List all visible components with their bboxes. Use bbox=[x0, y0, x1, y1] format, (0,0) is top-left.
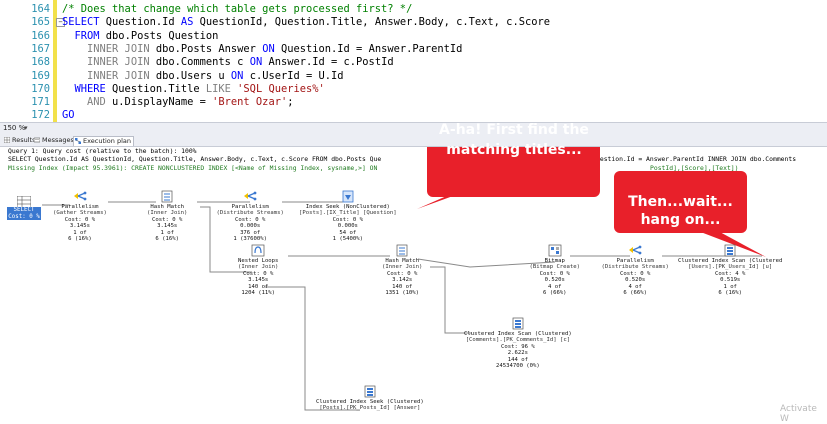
code-token: SELECT bbox=[62, 16, 106, 29]
select-node[interactable]: SELECT Cost: 0 % bbox=[7, 207, 41, 220]
plan-node-clustered-scan-users[interactable]: Clustered Index Scan (Clustered [Users].[… bbox=[678, 244, 782, 296]
code-token: INNER JOIN bbox=[62, 42, 156, 55]
callout-first: A-ha! First find the matching titles... bbox=[436, 120, 592, 160]
node-estimate: 6 (16%) bbox=[68, 236, 92, 243]
code-token: dbo.Posts Answer bbox=[155, 42, 263, 55]
zoom-bar: 150 % ▾ bbox=[0, 122, 827, 135]
grid-icon bbox=[4, 137, 10, 143]
callout-first-line2: matching titles... bbox=[446, 142, 582, 158]
node-estimate: 6 (16%) bbox=[155, 236, 179, 243]
results-tabs: Results Messages Execution plan bbox=[0, 135, 827, 147]
callout-first-line1: A-ha! First find the bbox=[439, 122, 589, 138]
node-subtitle: (Gather Streams) bbox=[53, 210, 107, 217]
code-token: 'Brent Ozar' bbox=[212, 96, 288, 109]
node-subtitle: [Posts].[PK_Posts_Id] [Answer] bbox=[319, 405, 421, 412]
plan-node-nested-loops[interactable]: Nested Loops (Inner Join) Cost: 0 % 3.145s 1… bbox=[238, 244, 278, 296]
code-token: 'SQL Queries%' bbox=[237, 82, 325, 95]
node-subtitle: [Comments].[PK_Comments_Id] [c] bbox=[465, 337, 571, 344]
nested-loops-icon bbox=[251, 244, 265, 257]
node-estimate: 6 (66%) bbox=[623, 290, 647, 297]
node-estimate: 6 (66%) bbox=[542, 290, 567, 297]
plan-node-parallelism-distribute-2[interactable]: Parallelism (Distribute Streams) Cost: 0 %… bbox=[602, 244, 669, 296]
tab-label: Results bbox=[12, 136, 36, 144]
node-subtitle: [Users].[PK_Users_Id] [u] bbox=[688, 264, 773, 271]
index-seek-icon bbox=[342, 190, 354, 203]
callout-second: Then...wait... hang on... bbox=[618, 193, 743, 229]
sql-editor[interactable]: 164/* Does that change which table gets … bbox=[0, 0, 827, 122]
node-estimate: 1 (5400%) bbox=[332, 236, 363, 243]
code-token: ON bbox=[249, 56, 269, 69]
node-estimate: 1351 (10%) bbox=[385, 290, 420, 297]
parallelism-icon bbox=[73, 191, 87, 201]
code-token: Question.Id = Answer.ParentId bbox=[280, 42, 463, 55]
callout-second-line2: hang on... bbox=[640, 212, 721, 228]
hash-match-icon bbox=[396, 244, 408, 257]
tab-messages[interactable]: Messages bbox=[33, 136, 76, 145]
node-subtitle: (Inner Join) bbox=[147, 210, 188, 217]
node-subtitle: (Inner Join) bbox=[238, 264, 279, 271]
code-token: dbo.Comments c bbox=[155, 56, 250, 69]
code-token: QuestionId, Question.Title, Answer.Body,… bbox=[199, 16, 550, 29]
code-token: GO bbox=[62, 109, 75, 122]
node-subtitle: (Distribute Streams) bbox=[601, 264, 669, 271]
code-token: /* Does that change which table gets pro… bbox=[62, 3, 413, 15]
zoom-level[interactable]: 150 % bbox=[3, 124, 25, 132]
parallelism-icon bbox=[244, 191, 257, 201]
code-token: u.DisplayName = bbox=[112, 96, 213, 109]
plan-node-parallelism-gather[interactable]: Parallelism (Gather Streams) Cost: 0 % 3.14… bbox=[53, 190, 107, 242]
code-token: dbo.Users u bbox=[155, 69, 231, 82]
node-estimate: 1 (37600%) bbox=[233, 236, 268, 243]
message-icon bbox=[34, 137, 40, 143]
code-token: AS bbox=[180, 16, 200, 29]
node-subtitle: (Distribute Streams) bbox=[216, 210, 284, 217]
code-token: LIKE bbox=[205, 82, 238, 95]
code-token: ON bbox=[230, 69, 250, 82]
code-token: FROM bbox=[62, 29, 106, 42]
node-subtitle: (Inner Join) bbox=[382, 264, 423, 271]
plan-node-clustered-seek-posts[interactable]: Clustered Index Seek (Clustered) [Posts].… bbox=[316, 385, 424, 412]
code-token: INNER JOIN bbox=[62, 56, 156, 69]
node-estimate: 24534700 (0%) bbox=[496, 363, 540, 370]
code-token: Question.Title bbox=[112, 82, 206, 95]
activate-windows-watermark: Activate W bbox=[780, 404, 817, 424]
plan-node-hash-match-1[interactable]: Hash Match (Inner Join) Cost: 0 % 3.145s 1 o… bbox=[147, 190, 187, 242]
code-token: c.UserId = U.Id bbox=[249, 69, 344, 82]
clustered-index-icon bbox=[724, 244, 736, 257]
code-token: AND bbox=[62, 96, 113, 109]
node-subtitle: [Posts].[IX_Title] [Question] bbox=[299, 210, 397, 217]
code-token: WHERE bbox=[62, 82, 113, 95]
plan-node-index-seek-title[interactable]: Index Seek (NonClustered) [Posts].[IX_Tit… bbox=[299, 190, 397, 242]
code-token: INNER JOIN bbox=[62, 69, 156, 82]
code-token: Question.Id bbox=[105, 16, 181, 29]
code-token: ON bbox=[262, 42, 281, 55]
plan-node-clustered-scan-comments[interactable]: Clustered Index Scan (Clustered) [Comment… bbox=[464, 317, 572, 369]
node-estimate: 6 (16%) bbox=[718, 290, 742, 297]
node-subtitle: (Bitmap Create) bbox=[529, 264, 581, 271]
code-token: Answer.Id = c.PostId bbox=[268, 56, 394, 69]
parallelism-icon bbox=[629, 245, 642, 255]
tab-execution-plan[interactable]: Execution plan bbox=[73, 136, 134, 146]
bitmap-icon bbox=[548, 244, 562, 257]
tab-label: Messages bbox=[42, 136, 74, 144]
code-token: dbo.Posts Question bbox=[105, 29, 219, 42]
chevron-down-icon[interactable]: ▾ bbox=[24, 124, 28, 132]
tab-label: Execution plan bbox=[83, 137, 131, 145]
plan-icon bbox=[75, 138, 81, 144]
callout-second-line1: Then...wait... bbox=[628, 194, 733, 210]
node-estimate: 1204 (11%) bbox=[241, 290, 276, 297]
node-cost: Cost: 0 % bbox=[8, 213, 40, 220]
hash-match-icon bbox=[161, 190, 173, 203]
plan-node-parallelism-distribute-1[interactable]: Parallelism (Distribute Streams) Cost: 0 %… bbox=[217, 190, 284, 242]
code-token: ; bbox=[287, 96, 294, 109]
execution-plan-canvas[interactable]: Query 1: Query cost (relative to the bat… bbox=[0, 122, 827, 414]
clustered-index-icon bbox=[512, 317, 524, 330]
code-text: AND u.DisplayName = 'Brent Ozar'; bbox=[62, 95, 293, 110]
plan-node-hash-match-2[interactable]: Hash Match (Inner Join) Cost: 0 % 3.142s 140… bbox=[382, 244, 422, 296]
plan-node-bitmap[interactable]: Bitmap (Bitmap Create) Cost: 0 % 0.520s 4 of… bbox=[529, 244, 581, 297]
clustered-index-icon bbox=[364, 385, 376, 398]
